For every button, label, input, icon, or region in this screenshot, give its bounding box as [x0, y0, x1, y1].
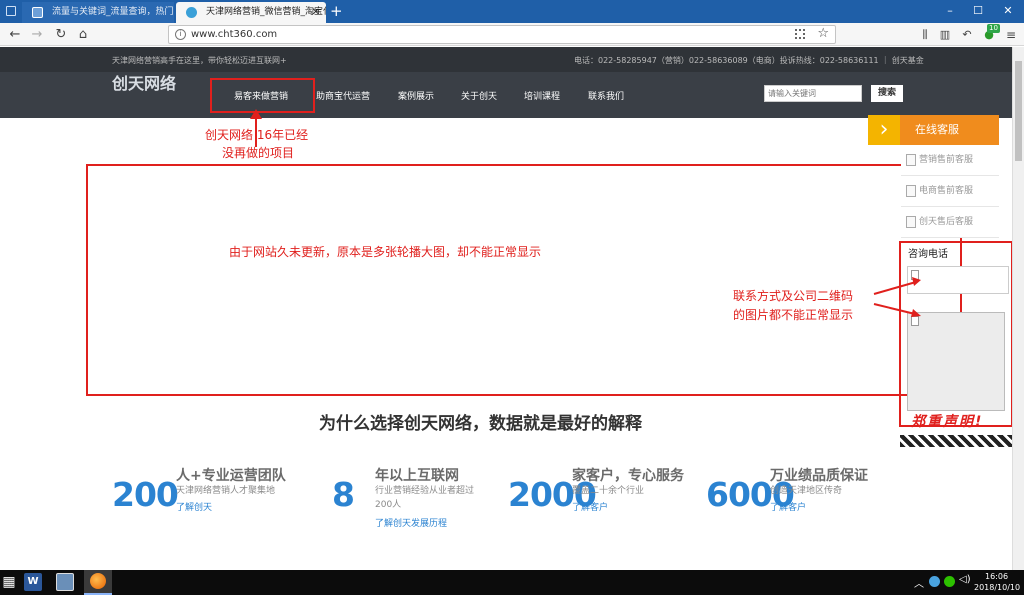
broken-image-icon: [906, 216, 916, 228]
stat-title: 万业绩品质保证: [770, 468, 868, 484]
browser-tab-bar: 流量与关键词_流量查询，热门 天津网络营销_微信营销_淘宝代 ✕ + – ☐ ✕: [0, 0, 1024, 23]
reload-icon[interactable]: ↻: [52, 26, 70, 44]
forward-arrow-icon[interactable]: →: [28, 26, 46, 44]
word-app-icon[interactable]: W: [24, 573, 42, 591]
annotation-menu-box: [210, 78, 315, 113]
maximize-button[interactable]: ☐: [964, 2, 992, 20]
wechat-icon[interactable]: [944, 576, 955, 587]
nav-menu-item[interactable]: 关于创天: [461, 89, 497, 102]
annotation-arrows-icon: [873, 277, 921, 317]
site-contact-phones: 电话：022-58285947（营销）022-58636089（电商）投诉热线：…: [574, 56, 924, 65]
service-item-marketing[interactable]: 营销售前客服: [901, 145, 999, 176]
nav-menu-item[interactable]: 联系我们: [588, 89, 624, 102]
annotation-banner-box: [86, 164, 962, 396]
stat-number: 200: [112, 475, 179, 514]
tab-traffic-keywords[interactable]: 流量与关键词_流量查询，热门: [22, 2, 174, 23]
clock-time[interactable]: 16:06: [985, 572, 1008, 581]
tab-tianjin-marketing[interactable]: 天津网络营销_微信营销_淘宝代 ✕: [176, 2, 326, 23]
info-icon[interactable]: i: [175, 29, 186, 40]
home-icon[interactable]: ⌂: [74, 26, 92, 44]
site-favicon-icon: [32, 7, 43, 18]
extension-badge: 10: [987, 24, 1000, 33]
stat-desc: 行业营销经验从业者超过: [375, 486, 475, 496]
annotation-menu-note-1: 创天网络 16年已经: [205, 128, 309, 142]
sidebar-icon[interactable]: ▥: [936, 26, 954, 44]
site-search-input[interactable]: [764, 85, 862, 102]
clock-date[interactable]: 2018/10/10: [974, 583, 1020, 592]
site-logo[interactable]: 创天网络: [112, 70, 176, 94]
bookmark-star-icon[interactable]: ☆: [817, 25, 829, 42]
stat-link[interactable]: 了解创天发展历程: [375, 516, 447, 529]
back-arrow-icon[interactable]: ←: [6, 26, 24, 44]
stat-title: 家客户，专心服务: [572, 468, 684, 484]
section-title: 为什么选择创天网络，数据就是最好的解释: [319, 414, 642, 434]
annotation-contact-box: [899, 241, 1013, 427]
annotation-menu-note-2: 没再做的项目: [222, 146, 295, 160]
stat-link[interactable]: 了解客户: [572, 500, 608, 513]
volume-icon[interactable]: ◁): [959, 574, 971, 585]
service-item-label: 创天售后客服: [919, 217, 974, 227]
site-search-button[interactable]: 搜索: [871, 85, 903, 102]
qr-code-icon[interactable]: [795, 29, 805, 39]
broken-image-icon: [906, 154, 916, 166]
nav-menu-item[interactable]: 案例展示: [398, 89, 434, 102]
service-item-aftersales[interactable]: 创天售后客服: [901, 207, 999, 238]
menu-icon[interactable]: ≡: [1002, 26, 1020, 44]
page-scrollbar[interactable]: [1012, 47, 1024, 570]
tab-label: 天津网络营销_微信营销_淘宝代: [206, 7, 326, 17]
online-service-header[interactable]: › 在线客服: [868, 115, 999, 145]
stat-link[interactable]: 了解创天: [176, 500, 212, 513]
stat-desc-2: 200人: [375, 500, 402, 510]
broken-image-icon: [906, 185, 916, 197]
nav-menu-item[interactable]: 助商宝代运营: [316, 89, 370, 102]
browser-nav-bar: ← → ↻ ⌂ i www.cht360.com ☆ ⫼ ▥ ↶ ● 10 ≡: [0, 23, 1024, 46]
stat-desc: 天津网络营销人才聚集地: [176, 486, 276, 496]
computer-app-icon[interactable]: [56, 573, 74, 591]
stat-desc: 创造天津地区传奇: [770, 486, 843, 496]
annotation-contact-note-1: 联系方式及公司二维码: [733, 289, 854, 303]
tab-label: 流量与关键词_流量查询，热门: [52, 7, 174, 17]
address-bar[interactable]: i www.cht360.com ☆: [168, 25, 836, 44]
tab-list-icon[interactable]: [6, 6, 16, 16]
tray-app-icon[interactable]: [929, 576, 940, 587]
windows-taskbar: ▦ W ︿ ◁) 16:06 2018/10/10: [0, 570, 1024, 595]
firefox-logo-icon: [90, 573, 106, 589]
nav-menu-item[interactable]: 培训课程: [524, 89, 560, 102]
chevron-right-icon[interactable]: ›: [868, 115, 900, 145]
stat-number: 8: [332, 475, 355, 514]
library-icon[interactable]: ⫼: [916, 26, 934, 44]
new-tab-button[interactable]: +: [330, 2, 343, 20]
windows-start-icon[interactable]: ▦: [0, 570, 18, 595]
stat-link[interactable]: 了解客户: [770, 500, 806, 513]
online-service-panel: › 在线客服 营销售前客服 电商售前客服 创天售后客服: [868, 115, 999, 238]
scrollbar-thumb[interactable]: [1015, 61, 1022, 161]
tray-chevron-icon[interactable]: ︿: [914, 575, 924, 590]
site-top-strip: 天津网络营销高手在这里，带你轻松迈进互联网+ 电话：022-58285947（营…: [0, 47, 1012, 72]
url-text: www.cht360.com: [191, 29, 278, 40]
firefox-app-icon[interactable]: [84, 570, 112, 595]
service-item-ecommerce[interactable]: 电商售前客服: [901, 176, 999, 207]
close-window-button[interactable]: ✕: [994, 2, 1022, 20]
stat-title: 年以上互联网: [375, 468, 459, 484]
hatched-bar: [900, 435, 1012, 447]
online-service-title: 在线客服: [915, 123, 959, 136]
minimize-button[interactable]: –: [936, 2, 964, 20]
close-tab-icon[interactable]: ✕: [312, 2, 320, 23]
page-content: 天津网络营销高手在这里，带你轻松迈进互联网+ 电话：022-58285947（营…: [0, 47, 1024, 570]
site-favicon-icon: [186, 7, 197, 18]
stat-title: 人+专业运营团队: [176, 468, 286, 484]
service-item-label: 营销售前客服: [919, 155, 974, 165]
annotation-contact-note-2: 的图片都不能正常显示: [733, 308, 854, 322]
undo-icon[interactable]: ↶: [958, 26, 976, 44]
stat-desc: 覆盖二十余个行业: [572, 486, 645, 496]
declaration-text: 郑重声明!: [911, 414, 984, 430]
annotation-banner-note: 由于网站久未更新，原本是多张轮播大图，却不能正常显示: [229, 245, 542, 259]
site-header: 创天网络 易客来做营销 助商宝代运营 案例展示 关于创天 培训课程 联系我们 搜…: [0, 72, 1012, 118]
service-item-label: 电商售前客服: [919, 186, 974, 196]
